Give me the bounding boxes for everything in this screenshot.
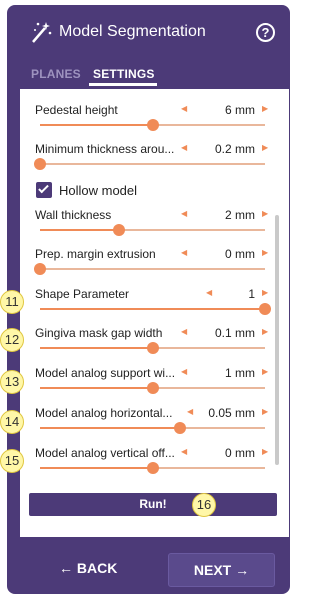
decrement-arrow-icon[interactable]: ◀ — [181, 104, 187, 113]
back-button[interactable]: ← BACK — [59, 560, 117, 576]
setting-label: Model analog horizontal... — [35, 406, 173, 420]
panel-title: Model Segmentation — [59, 23, 206, 40]
setting-value[interactable]: 0.05 mm — [198, 406, 255, 420]
setting-row-model-analog-vertical-offset: Model analog vertical off... ◀ 0 mm ▶ — [20, 446, 270, 486]
help-icon[interactable]: ? — [256, 23, 275, 42]
slider-fill — [40, 387, 153, 389]
setting-label: Wall thickness — [35, 208, 112, 222]
setting-row-minimum-thickness: Minimum thickness arou... ◀ 0.2 mm ▶ — [20, 142, 270, 182]
setting-row-prep-margin-extrusion: Prep. margin extrusion ◀ 0 mm ▶ — [20, 247, 270, 287]
next-button-label: NEXT — [193, 562, 232, 578]
slider-thumb[interactable] — [34, 158, 46, 170]
decrement-arrow-icon[interactable]: ◀ — [181, 367, 187, 376]
setting-label: Model analog vertical off... — [35, 446, 175, 460]
slider-track[interactable] — [40, 119, 265, 131]
slider-fill — [40, 308, 265, 310]
slider-thumb[interactable] — [146, 462, 159, 474]
arrow-left-icon: ← — [59, 560, 73, 576]
slider-track[interactable] — [40, 224, 265, 236]
settings-content: Pedestal height ◀ 6 mm ▶ Minimum thickne… — [20, 89, 289, 537]
slider-thumb[interactable] — [34, 263, 46, 275]
hollow-model-checkbox[interactable] — [36, 182, 52, 198]
slider-track[interactable] — [40, 422, 265, 434]
callout-marker: 14 — [0, 410, 24, 434]
run-button[interactable]: Run! — [29, 493, 277, 516]
increment-arrow-icon[interactable]: ▶ — [262, 143, 268, 152]
setting-value[interactable]: 0.2 mm — [198, 142, 255, 156]
slider-track[interactable] — [40, 342, 265, 354]
setting-label: Pedestal height — [35, 103, 118, 117]
setting-value[interactable]: 0.1 mm — [198, 326, 255, 340]
decrement-arrow-icon[interactable]: ◀ — [187, 407, 193, 416]
slider-track[interactable] — [40, 382, 265, 394]
hollow-model-label: Hollow model — [59, 183, 138, 198]
active-tab-indicator — [89, 83, 157, 86]
slider-thumb[interactable] — [146, 119, 159, 131]
slider-fill — [40, 229, 119, 231]
vertical-scrollbar[interactable] — [275, 215, 279, 465]
setting-value[interactable]: 0 mm — [198, 247, 255, 261]
setting-value[interactable]: 0 mm — [198, 446, 255, 460]
increment-arrow-icon[interactable]: ▶ — [262, 367, 268, 376]
callout-marker: 16 — [192, 493, 216, 517]
slider-fill — [40, 124, 153, 126]
setting-label: Minimum thickness arou... — [35, 142, 175, 156]
setting-value[interactable]: 1 — [198, 287, 255, 301]
increment-arrow-icon[interactable]: ▶ — [262, 288, 268, 297]
decrement-arrow-icon[interactable]: ◀ — [181, 327, 187, 336]
magic-wand-icon — [32, 22, 52, 43]
setting-row-model-analog-support-width: Model analog support wi... ◀ 1 mm ▶ — [20, 366, 270, 406]
increment-arrow-icon[interactable]: ▶ — [262, 447, 268, 456]
setting-row-model-analog-horizontal: Model analog horizontal... ◀ 0.05 mm ▶ — [20, 406, 270, 446]
next-button[interactable]: NEXT → — [168, 553, 275, 587]
setting-label: Shape Parameter — [35, 287, 130, 301]
callout-marker: 15 — [0, 449, 24, 473]
increment-arrow-icon[interactable]: ▶ — [262, 248, 268, 257]
increment-arrow-icon[interactable]: ▶ — [262, 327, 268, 336]
setting-value[interactable]: 6 mm — [198, 103, 255, 117]
setting-row-wall-thickness: Wall thickness ◀ 2 mm ▶ — [20, 208, 270, 248]
setting-row-pedestal-height: Pedestal height ◀ 6 mm ▶ — [20, 103, 270, 143]
setting-value[interactable]: 1 mm — [198, 366, 255, 380]
callout-marker: 11 — [0, 290, 24, 314]
slider-track[interactable] — [34, 263, 265, 275]
decrement-arrow-icon[interactable]: ◀ — [181, 248, 187, 257]
decrement-arrow-icon[interactable]: ◀ — [181, 209, 187, 218]
panel-header: Model Segmentation ? — [7, 5, 290, 60]
setting-row-gingiva-mask-gap: Gingiva mask gap width ◀ 0.1 mm ▶ — [20, 326, 270, 366]
increment-arrow-icon[interactable]: ▶ — [262, 209, 268, 218]
slider-fill — [40, 467, 153, 469]
setting-label: Model analog support wi... — [35, 366, 176, 380]
arrow-right-icon: → — [235, 562, 250, 578]
callout-marker: 12 — [0, 328, 24, 352]
slider-track[interactable] — [40, 303, 271, 315]
setting-row-shape-parameter: Shape Parameter ◀ 1 ▶ — [20, 287, 271, 327]
tab-planes[interactable]: PLANES — [31, 67, 81, 81]
decrement-arrow-icon[interactable]: ◀ — [181, 143, 187, 152]
setting-value[interactable]: 2 mm — [198, 208, 255, 222]
slider-fill — [40, 427, 180, 429]
slider-thumb[interactable] — [146, 342, 159, 354]
slider-track[interactable] — [34, 158, 265, 170]
callout-marker: 13 — [0, 370, 24, 394]
decrement-arrow-icon[interactable]: ◀ — [181, 447, 187, 456]
back-button-label: BACK — [76, 560, 118, 576]
setting-label: Prep. margin extrusion — [35, 247, 156, 261]
slider-thumb[interactable] — [259, 303, 271, 315]
slider-track[interactable] — [40, 462, 265, 474]
slider-thumb[interactable] — [146, 382, 159, 394]
tab-settings[interactable]: SETTINGS — [93, 67, 155, 81]
check-icon — [38, 182, 49, 194]
increment-arrow-icon[interactable]: ▶ — [262, 104, 268, 113]
slider-thumb[interactable] — [112, 224, 125, 236]
slider-thumb[interactable] — [173, 422, 186, 434]
slider-fill — [40, 347, 153, 349]
increment-arrow-icon[interactable]: ▶ — [262, 407, 268, 416]
setting-label: Gingiva mask gap width — [35, 326, 163, 340]
